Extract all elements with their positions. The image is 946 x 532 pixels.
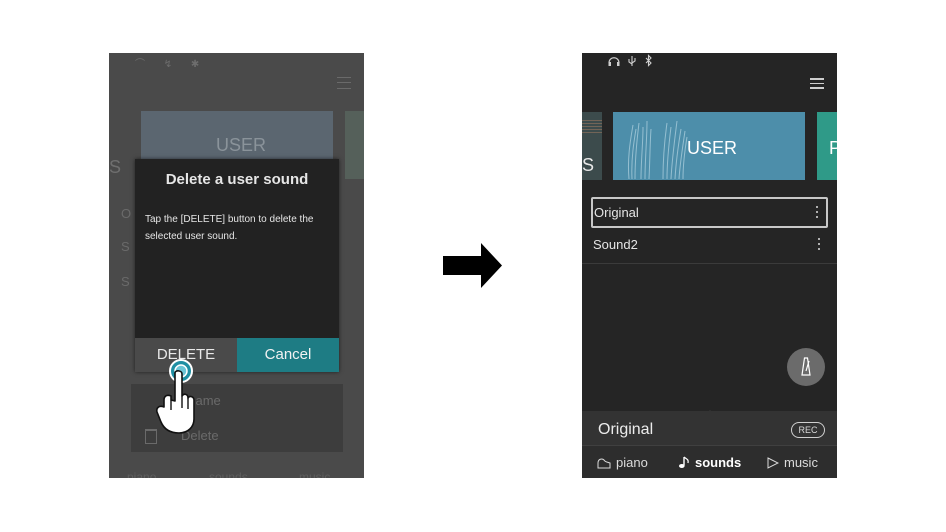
prev-category-tile[interactable]: S	[582, 112, 602, 180]
status-icons	[608, 54, 652, 67]
prev-tile-label: S	[582, 155, 595, 175]
nav-piano[interactable]: piano	[597, 455, 648, 470]
screen-before: ⌒ ↯ ✱ USER S O S S ename Delete piano so…	[109, 53, 364, 478]
menu-icon	[337, 77, 351, 89]
current-sound-name[interactable]: Original	[598, 421, 653, 439]
delete-dialog: Delete a user sound Tap the [DELETE] but…	[135, 159, 339, 372]
list-item[interactable]: Sound2	[582, 228, 837, 264]
list-fragment: O	[121, 206, 132, 221]
more-options-icon[interactable]	[816, 206, 819, 221]
more-options-icon[interactable]	[818, 238, 821, 253]
dialog-message: Tap the [DELETE] button to delete the se…	[145, 214, 314, 242]
music-note-icon	[679, 456, 689, 468]
dialog-title: Delete a user sound	[165, 171, 309, 188]
nav-music: music	[299, 470, 331, 478]
cancel-button[interactable]: Cancel	[237, 338, 339, 372]
nav-music[interactable]: music	[767, 455, 818, 470]
screen-after: S USER P Original Sound2 Original REC pi…	[582, 53, 837, 478]
arrow-right-icon	[443, 243, 502, 288]
piano-icon	[597, 458, 611, 469]
sound-name: Sound2	[593, 237, 638, 252]
sound-name: Original	[594, 205, 639, 220]
user-wave-icon	[628, 120, 688, 179]
metronome-icon	[801, 357, 811, 376]
nav-label: sounds	[695, 455, 742, 470]
next-tile-label: P	[829, 138, 837, 158]
bottom-nav: piano sounds music	[582, 445, 837, 478]
status-icons: ⌒ ↯ ✱	[135, 59, 208, 70]
nav-label: piano	[616, 455, 648, 470]
next-category-tile	[345, 111, 364, 179]
user-tile-label: USER	[687, 138, 738, 158]
nav-piano: piano	[127, 470, 157, 478]
category-strip: S USER P	[582, 112, 837, 180]
play-icon	[767, 457, 780, 469]
tap-hand-icon	[156, 359, 195, 434]
user-sound-list: Original Sound2	[582, 195, 837, 264]
next-category-tile[interactable]: P	[817, 112, 837, 180]
user-tile-label: USER	[216, 135, 267, 155]
list-fragment: S	[121, 239, 130, 254]
user-category-tile[interactable]: USER	[613, 112, 805, 180]
list-fragment: S	[121, 274, 130, 289]
menu-icon[interactable]	[810, 78, 824, 89]
prev-tile-fragment: S	[109, 157, 122, 177]
footer-bar: Original REC piano sounds music	[582, 411, 837, 478]
nav-sounds: sounds	[209, 470, 248, 478]
nav-label: music	[784, 455, 818, 470]
list-item[interactable]: Original	[591, 197, 828, 228]
rec-button[interactable]: REC	[791, 422, 825, 438]
metronome-button[interactable]	[787, 348, 825, 386]
nav-sounds[interactable]: sounds	[678, 455, 741, 470]
